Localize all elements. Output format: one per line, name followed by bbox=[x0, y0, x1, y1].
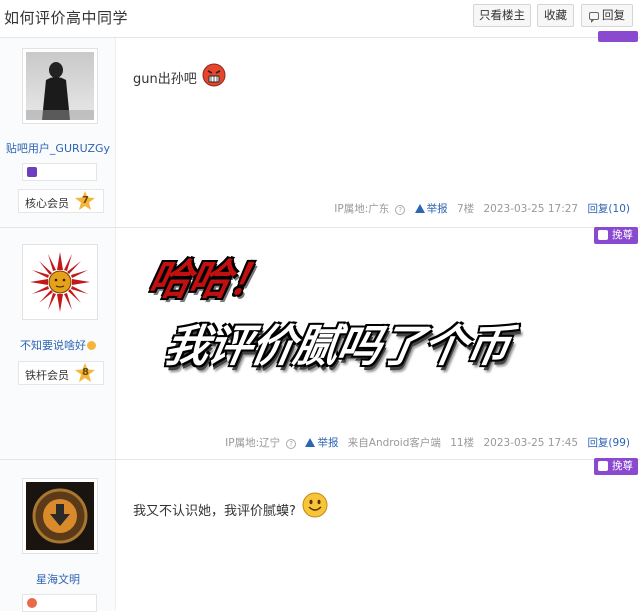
reply-count-link[interactable]: 回复(99) bbox=[587, 437, 630, 449]
reply-icon bbox=[589, 12, 599, 23]
member-level: 核心会员 7 bbox=[18, 189, 104, 213]
avatar-image bbox=[26, 482, 94, 550]
post-time: 2023-03-25 17:27 bbox=[483, 203, 579, 215]
floor-number: 7楼 bbox=[456, 203, 475, 215]
ip-location: IP属地:辽宁 bbox=[225, 437, 281, 449]
avatar-image bbox=[26, 248, 94, 316]
tip-tag[interactable] bbox=[598, 31, 638, 42]
emoji-icon bbox=[87, 341, 96, 350]
image-text-line2: 我评价腻吗了个币 bbox=[160, 321, 514, 372]
client-source: 来自Android客户端 bbox=[347, 437, 441, 449]
user-sidebar: 不知要说啥好 铁杆会员 8 bbox=[0, 228, 116, 459]
image-text-line1: 哈哈！ bbox=[144, 255, 275, 304]
level-name: 核心会员 bbox=[25, 197, 69, 210]
report-link[interactable]: 举报 bbox=[305, 437, 338, 449]
avatar[interactable] bbox=[22, 478, 98, 554]
badge-box bbox=[22, 163, 97, 181]
user-sidebar: 星海文明 bbox=[0, 460, 116, 612]
level-number: 8 bbox=[82, 367, 89, 378]
member-level: 铁杆会员 8 bbox=[18, 361, 104, 385]
post-meta: IP属地:广东? 举报 7楼 2023-03-25 17:27 回复(10) bbox=[328, 201, 630, 216]
reply-button-label: 回复 bbox=[602, 8, 625, 22]
angry-face-emoji-icon bbox=[202, 63, 226, 87]
thread-header: 如何评价高中同学 只看楼主 收藏 回复 bbox=[0, 0, 640, 38]
help-icon[interactable]: ? bbox=[395, 205, 406, 215]
warning-icon bbox=[305, 438, 316, 447]
username[interactable]: 不知要说啥好 bbox=[0, 337, 116, 353]
level-name: 铁杆会员 bbox=[25, 369, 69, 382]
avatar[interactable] bbox=[22, 244, 98, 320]
post-content: gun出孙吧 bbox=[133, 63, 226, 87]
reply-button[interactable]: 回复 bbox=[581, 4, 633, 27]
help-icon[interactable]: ? bbox=[286, 439, 297, 449]
smile-face-emoji-icon bbox=[302, 492, 328, 518]
post-content: 我又不认识她，我评价腻蟆? bbox=[133, 492, 328, 519]
report-link[interactable]: 举报 bbox=[414, 203, 448, 215]
post-floor-7: 贴吧用户_GURUZGy 核心会员 7 gun出孙吧 IP属地:广东? 举报 7… bbox=[0, 31, 640, 228]
post-image[interactable]: 哈哈！ 我评价腻吗了个币 bbox=[140, 242, 580, 392]
warning-icon bbox=[414, 204, 425, 213]
post-floor-next: 挽尊 星海文明 我又不认识她，我评价腻蟆? bbox=[0, 458, 640, 612]
post-floor-11: 挽尊 不知要说啥好 铁杆会员 8 哈哈！ 我评价腻吗了个币 IP属地:辽宁 ? … bbox=[0, 227, 640, 460]
tip-tag[interactable]: 挽尊 bbox=[594, 458, 638, 475]
favorite-button[interactable]: 收藏 bbox=[537, 4, 574, 27]
avatar[interactable] bbox=[22, 48, 98, 124]
tip-tag[interactable]: 挽尊 bbox=[594, 227, 638, 244]
user-sidebar: 贴吧用户_GURUZGy 核心会员 7 bbox=[0, 38, 116, 227]
post-time: 2023-03-25 17:45 bbox=[483, 437, 579, 449]
level-number: 7 bbox=[82, 195, 89, 206]
post-text: 我又不认识她，我评价腻蟆? bbox=[133, 504, 296, 519]
badge-icon bbox=[27, 598, 37, 608]
badge-icon bbox=[27, 167, 37, 177]
avatar-image bbox=[26, 52, 94, 120]
username[interactable]: 贴吧用户_GURUZGy bbox=[0, 140, 116, 156]
ip-location: IP属地:广东 bbox=[334, 203, 390, 215]
username[interactable]: 星海文明 bbox=[0, 571, 116, 587]
post-meta: IP属地:辽宁? 举报 来自Android客户端 11楼 2023-03-25 … bbox=[219, 435, 630, 450]
reply-count-link[interactable]: 回复(10) bbox=[587, 203, 630, 215]
author-only-button[interactable]: 只看楼主 bbox=[473, 4, 531, 27]
badge-box bbox=[22, 594, 97, 612]
floor-number: 11楼 bbox=[450, 437, 475, 449]
thread-title: 如何评价高中同学 bbox=[4, 9, 129, 27]
post-text: gun出孙吧 bbox=[133, 72, 197, 87]
